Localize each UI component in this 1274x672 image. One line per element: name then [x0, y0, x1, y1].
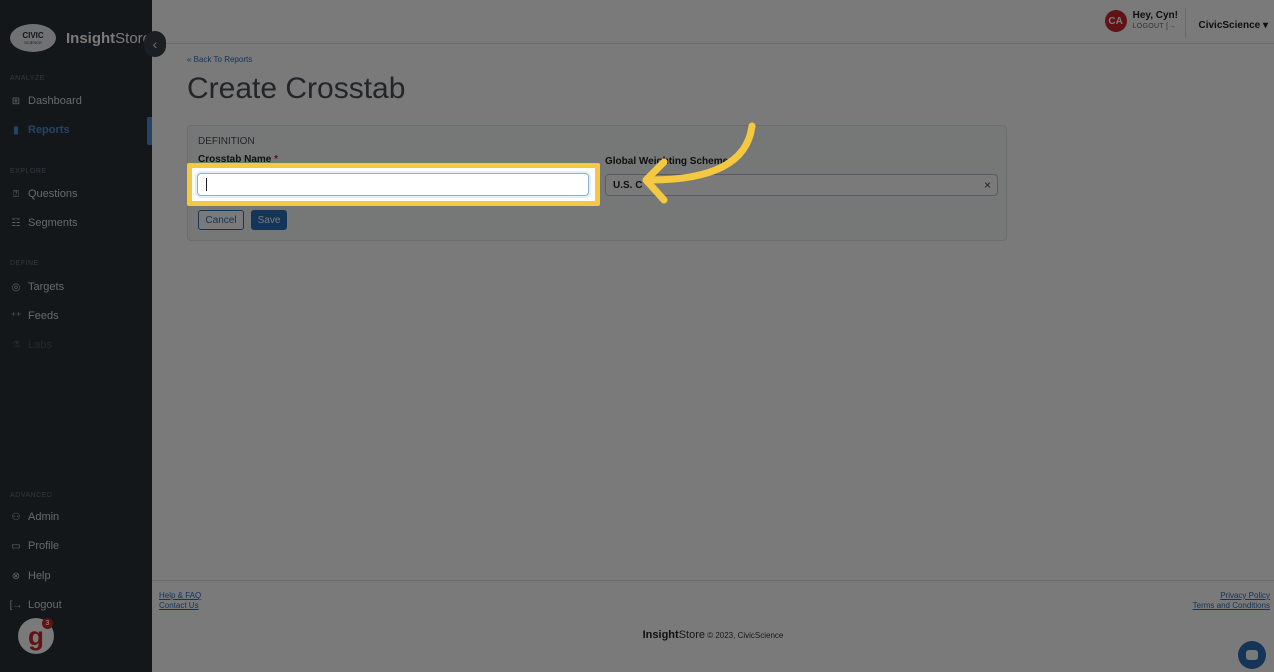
sidebar-item-help[interactable]: ⊗ Help — [10, 570, 51, 582]
sidebar-item-logout[interactable]: [→ Logout — [10, 599, 62, 611]
sidebar-item-label: Admin — [28, 511, 60, 523]
admin-icon: ⚇ — [11, 511, 21, 523]
sidebar-item-label: Targets — [28, 281, 65, 293]
save-button[interactable]: Save — [251, 210, 287, 230]
sidebar-item-label: Feeds — [28, 310, 59, 322]
active-indicator — [147, 117, 152, 145]
chat-icon[interactable] — [1238, 641, 1266, 669]
dashboard-icon: ⊞ — [11, 95, 21, 107]
copyright: InsightStore © 2023, CivicScience — [152, 629, 1274, 641]
logo-top-text: CIVIC — [22, 30, 44, 40]
sidebar-item-label: Dashboard — [28, 95, 82, 107]
feed-icon: ⁺⁺ — [10, 310, 22, 322]
crosstab-name-input[interactable] — [197, 173, 589, 196]
sidebar-item-label: Labs — [28, 339, 52, 351]
greeting: Hey, Cyn! — [1132, 10, 1178, 21]
sidebar-item-label: Profile — [28, 540, 60, 552]
app-name: InsightStore — [66, 30, 151, 47]
sidebar-item-label: Segments — [28, 217, 78, 229]
g-badge-icon[interactable]: g 3 — [18, 618, 54, 654]
logo-bottom-text: SCIENCE — [24, 39, 42, 45]
avatar: CA — [1104, 10, 1127, 32]
report-icon: ▮ — [13, 124, 19, 136]
back-to-reports-link[interactable]: « Back To Reports — [187, 55, 252, 64]
card-title: DEFINITION — [198, 136, 255, 147]
page-title: Create Crosstab — [187, 72, 406, 105]
chevron-left-icon: ‹ — [152, 36, 158, 52]
topbar: CA Hey, Cyn! LOGOUT [→ CivicScience ▾ — [152, 0, 1274, 44]
section-define: DEFINE — [10, 260, 39, 267]
copyright-text: © 2023, CivicScience — [707, 631, 784, 640]
logout-icon: [→ — [9, 599, 23, 611]
org-dropdown[interactable]: CivicScience ▾ — [1198, 20, 1268, 31]
sidebar-item-dashboard[interactable]: ⊞ Dashboard — [10, 95, 82, 107]
sidebar-item-segments[interactable]: ☷ Segments — [10, 217, 78, 229]
civicscience-logo: CIVIC SCIENCE — [10, 24, 56, 52]
contact-us-link[interactable]: Contact Us — [159, 601, 201, 611]
section-explore: EXPLORE — [10, 168, 47, 175]
app-name-bold: Insight — [66, 29, 116, 47]
logout-link[interactable]: LOGOUT [→ — [1133, 21, 1178, 32]
brand[interactable]: CIVIC SCIENCE InsightStore — [10, 24, 151, 52]
sidebar-item-reports[interactable]: ▮ Reports — [10, 124, 70, 136]
target-icon: ◎ — [11, 281, 21, 293]
user-menu[interactable]: CA Hey, Cyn! LOGOUT [→ — [1104, 10, 1178, 32]
highlight-frame — [187, 163, 600, 206]
sidebar-item-feeds[interactable]: ⁺⁺ Feeds — [10, 310, 59, 322]
question-icon: ⍰ — [13, 188, 19, 200]
clear-icon[interactable]: × — [984, 178, 991, 192]
pointer-arrow-icon — [642, 122, 756, 204]
sidebar-item-label: Questions — [28, 188, 78, 200]
sidebar-item-admin[interactable]: ⚇ Admin — [10, 511, 60, 523]
cancel-button[interactable]: Cancel — [198, 210, 244, 230]
segments-icon: ☷ — [11, 217, 21, 229]
sidebar-item-label: Reports — [28, 124, 70, 136]
help-faq-link[interactable]: Help & FAQ — [159, 591, 201, 601]
divider — [1185, 8, 1186, 38]
sidebar-item-profile[interactable]: ▭ Profile — [10, 540, 59, 552]
sidebar-item-questions[interactable]: ⍰ Questions — [10, 188, 78, 200]
sidebar-item-label: Help — [28, 570, 51, 582]
badge-count: 3 — [42, 618, 53, 629]
privacy-policy-link[interactable]: Privacy Policy — [1193, 591, 1270, 601]
sidebar-item-labs: ⚗ Labs — [10, 339, 52, 351]
sidebar-item-label: Logout — [28, 599, 62, 611]
sidebar-item-targets[interactable]: ◎ Targets — [10, 281, 64, 293]
flask-icon: ⚗ — [11, 339, 21, 351]
section-advanced: ADVANCED — [10, 492, 53, 499]
sidebar: CIVIC SCIENCE InsightStore ANALYZE ⊞ Das… — [0, 0, 152, 672]
terms-link[interactable]: Terms and Conditions — [1193, 601, 1270, 611]
copyright-brand-bold: Insight — [642, 629, 679, 641]
help-icon: ⊗ — [11, 570, 21, 582]
profile-card-icon: ▭ — [11, 540, 21, 552]
section-analyze: ANALYZE — [10, 75, 45, 82]
footer: Help & FAQ Contact Us Privacy Policy Ter… — [152, 580, 1274, 672]
text-caret — [206, 178, 207, 191]
copyright-brand-rest: Store — [678, 629, 705, 641]
collapse-sidebar-button[interactable]: ‹ — [144, 31, 166, 57]
